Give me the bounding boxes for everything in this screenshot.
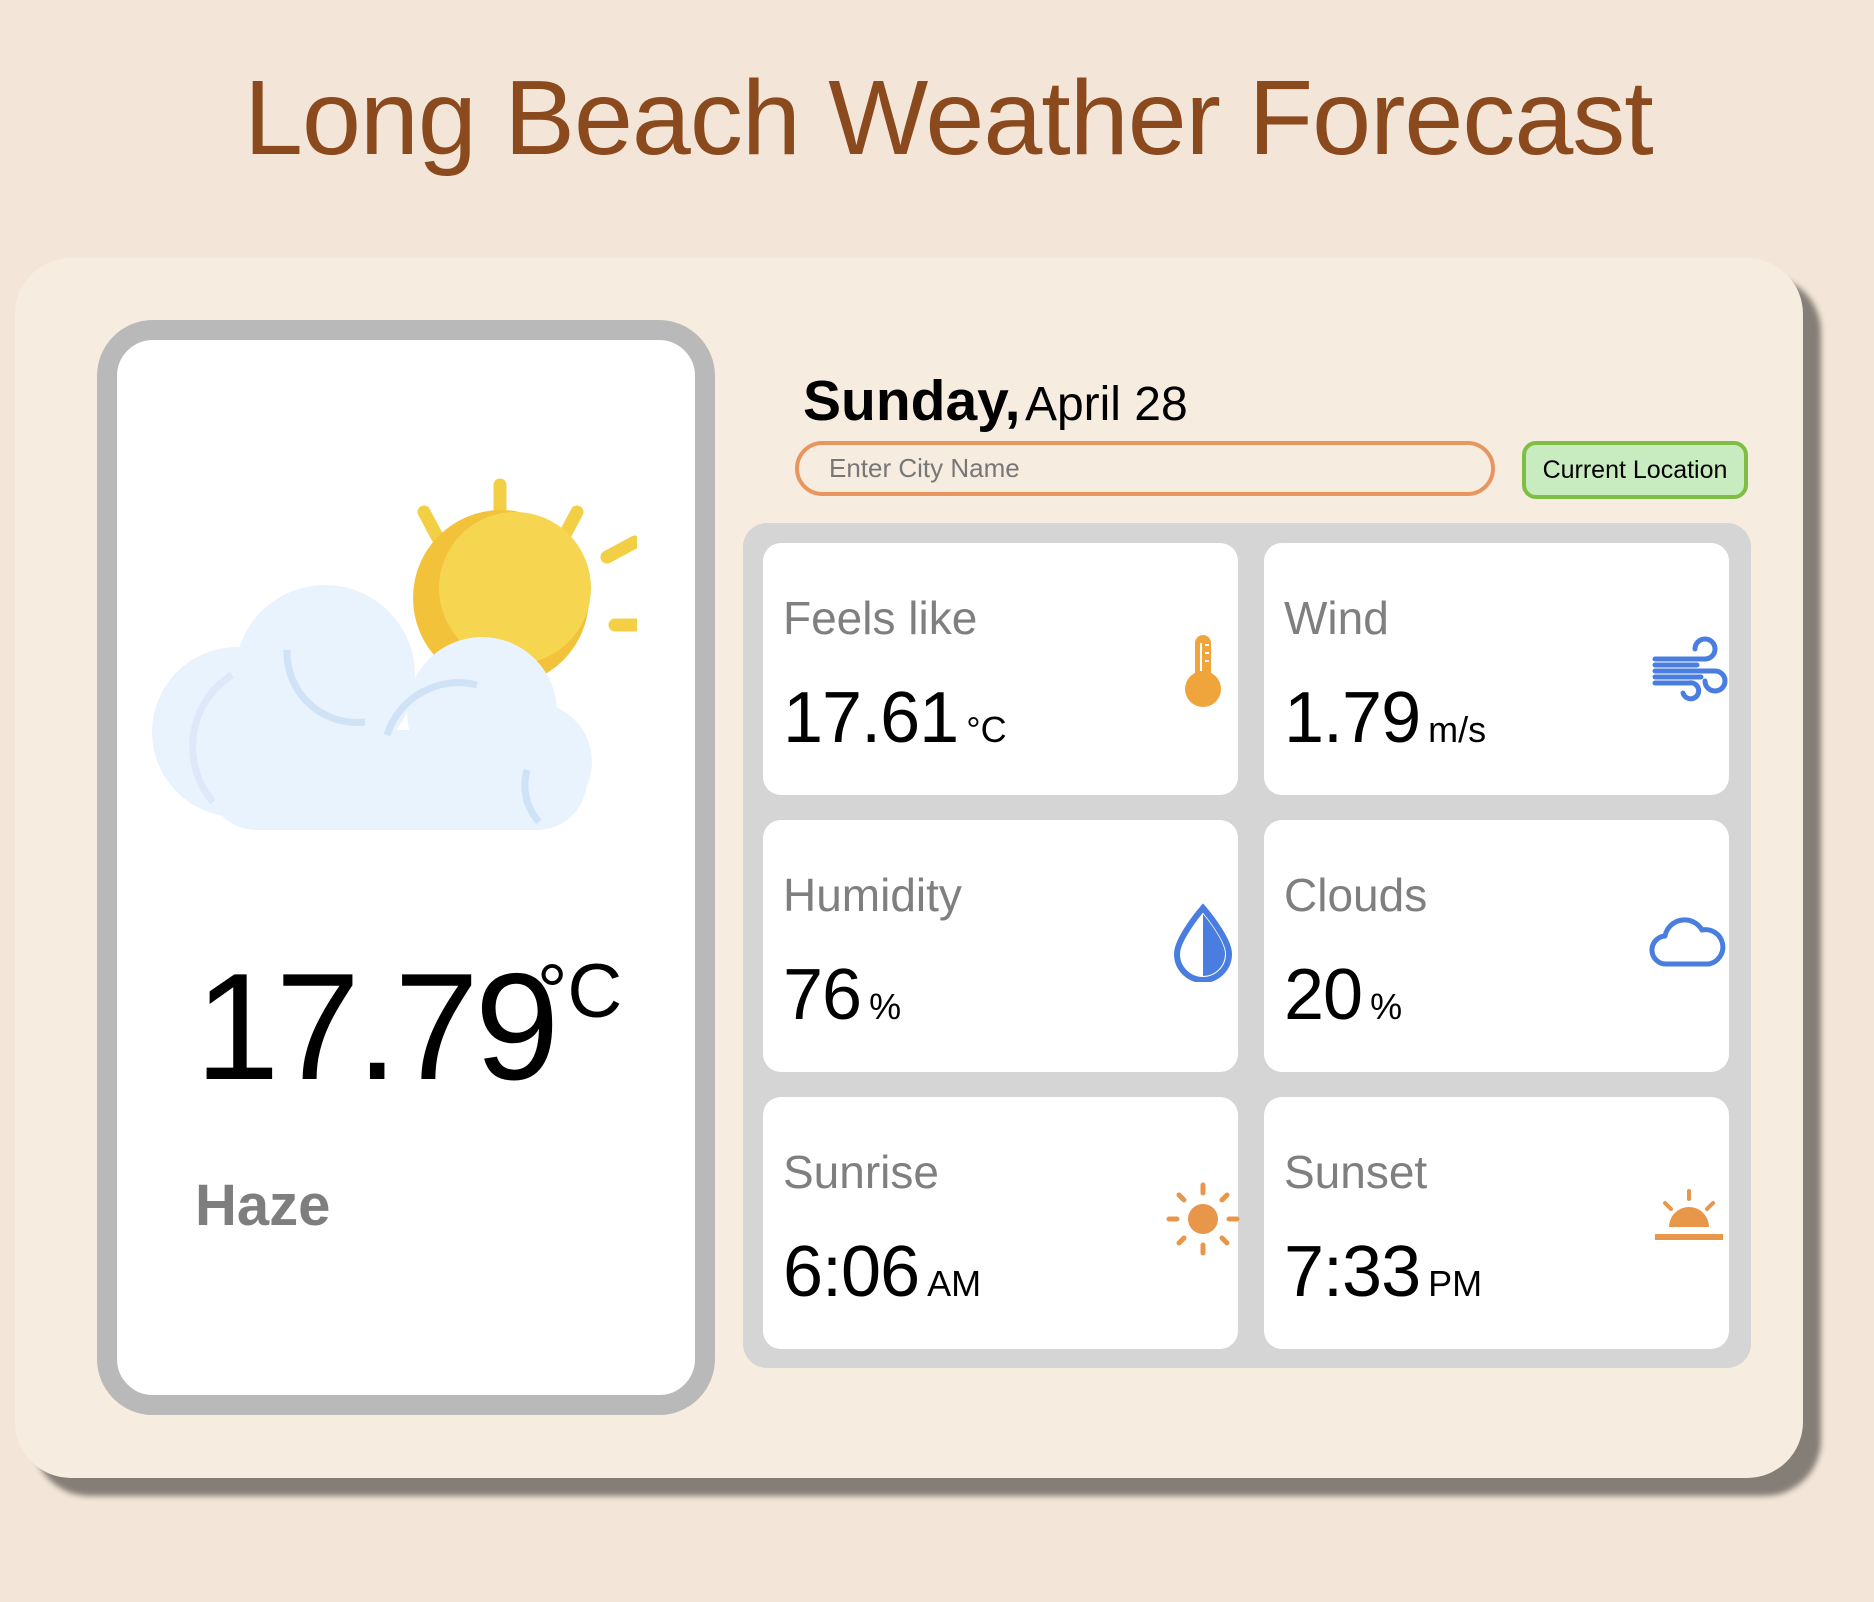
stat-value-line: 76%: [783, 954, 901, 1036]
current-weather-panel: 17.79 °C Haze: [97, 320, 715, 1415]
partly-cloudy-sun-icon: [152, 478, 637, 830]
weather-card: 17.79 °C Haze Sunday, April 28 Current L…: [15, 258, 1803, 1478]
stat-card-humidity: Humidity 76%: [763, 820, 1238, 1072]
stat-card-wind: Wind 1.79 m/s: [1264, 543, 1729, 795]
stat-value: 7:33: [1284, 1232, 1421, 1312]
stat-label: Sunrise: [783, 1146, 939, 1198]
stat-card-sunset: Sunset 7:33 PM: [1264, 1097, 1729, 1349]
page-title: Long Beach Weather Forecast: [244, 59, 1654, 177]
stat-unit: AM: [927, 1263, 982, 1304]
stat-unit: %: [869, 986, 902, 1027]
thermometer-icon: [1185, 635, 1221, 707]
water-drop-icon: [1173, 903, 1233, 982]
weather-stats-grid: Feels like 17.61 °C Wind 1.79 m/s Humidi…: [743, 523, 1751, 1368]
wind-icon: [1652, 636, 1728, 702]
weather-condition: Haze: [195, 1173, 331, 1238]
stat-value-line: 6:06 AM: [783, 1231, 981, 1313]
cloud-icon: [1649, 917, 1726, 967]
stat-value-line: 20%: [1284, 954, 1402, 1036]
stat-card-clouds: Clouds 20%: [1264, 820, 1729, 1072]
date-month-day: April 28: [1024, 378, 1188, 431]
stat-value: 1.79: [1284, 678, 1421, 758]
stat-card-feels-like: Feels like 17.61 °C: [763, 543, 1238, 795]
stat-label: Clouds: [1284, 869, 1428, 921]
date-weekday: Sunday,: [803, 369, 1021, 433]
current-temperature: 17.79: [195, 942, 559, 1112]
sunset-icon: [1655, 1189, 1723, 1240]
stat-value-line: 17.61 °C: [783, 677, 1007, 759]
current-location-button[interactable]: Current Location: [1522, 441, 1748, 499]
stat-value: 6:06: [783, 1232, 920, 1312]
stat-value: 20: [1284, 955, 1363, 1035]
stat-value: 17.61: [783, 678, 959, 758]
stat-value-line: 7:33 PM: [1284, 1231, 1482, 1313]
stat-unit: PM: [1428, 1263, 1483, 1304]
stat-unit: °C: [966, 709, 1007, 750]
sun-icon: [1166, 1182, 1240, 1256]
stat-card-sunrise: Sunrise 6:06 AM: [763, 1097, 1240, 1349]
stat-value: 76: [783, 955, 862, 1035]
stat-unit: m/s: [1428, 709, 1487, 750]
city-search-input[interactable]: [795, 441, 1495, 496]
stat-label: Feels like: [783, 592, 978, 644]
stat-label: Humidity: [783, 869, 962, 921]
stat-label: Wind: [1284, 592, 1389, 644]
stat-unit: %: [1370, 986, 1403, 1027]
stat-label: Sunset: [1284, 1146, 1428, 1198]
stat-value-line: 1.79 m/s: [1284, 677, 1486, 759]
current-date: Sunday, April 28: [803, 368, 1188, 434]
temperature-unit: °C: [537, 949, 623, 1034]
